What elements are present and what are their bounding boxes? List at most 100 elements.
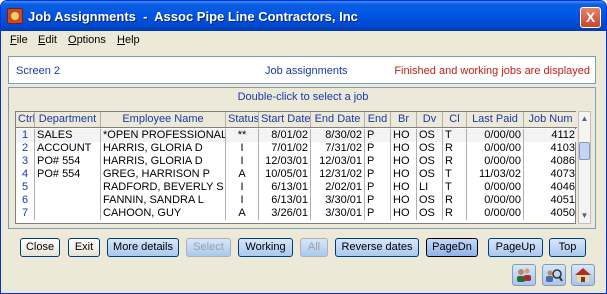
table-row[interactable]: 2 ACCOUNT HARRIS, GLORIA D I 7/01/02 7/3… xyxy=(16,142,577,155)
cell-dv: OS xyxy=(417,194,443,207)
top-button[interactable]: Top xyxy=(549,238,586,257)
cell-job-num: 4073 xyxy=(550,168,575,180)
reverse-dates-button[interactable]: Reverse dates xyxy=(335,238,419,257)
column-header-last-paid[interactable]: Last Paid xyxy=(467,112,524,127)
cell-end: P xyxy=(365,181,391,194)
cell-end-date: 3/30/01 xyxy=(311,207,365,220)
cell-end-date: 12/03/01 xyxy=(311,155,365,168)
cell-cl: T xyxy=(443,129,467,142)
cell-ctrl: 4 xyxy=(16,168,35,181)
cell-department: SALES xyxy=(35,129,101,142)
cell-br: HO xyxy=(391,181,417,194)
column-header-department[interactable]: Department xyxy=(35,112,101,127)
cell-status: ** xyxy=(226,129,259,142)
select-button[interactable]: Select xyxy=(186,238,231,257)
title-bar[interactable]: Job Assignments - Assoc Pipe Line Contra… xyxy=(1,1,606,31)
column-header-employee-name[interactable]: Employee Name xyxy=(101,112,226,127)
cell-ctrl: 5 xyxy=(16,181,35,194)
menu-help[interactable]: Help xyxy=(117,34,140,46)
cell-dv: OS xyxy=(417,207,443,220)
house-tool-button[interactable] xyxy=(571,264,595,286)
vertical-scrollbar[interactable]: ▲ ▼ xyxy=(578,111,591,224)
cell-br: HO xyxy=(391,155,417,168)
grid-panel: Double-click to select a job Ctrl Depart… xyxy=(8,87,596,229)
cell-last-paid: 0/00/00 xyxy=(467,155,524,168)
cell-dv: OS xyxy=(417,155,443,168)
cell-job-num: 4046 xyxy=(550,181,575,193)
window-title: Job Assignments - Assoc Pipe Line Contra… xyxy=(28,9,358,24)
column-header-end[interactable]: End xyxy=(365,112,391,127)
header-panel: Screen 2 Job assignments Finished and wo… xyxy=(8,56,596,84)
cell-employee-name: HARRIS, GLORIA D xyxy=(101,155,226,168)
cell-last-paid: 0/00/00 xyxy=(467,194,524,207)
column-header-ctrl[interactable]: Ctrl xyxy=(16,112,35,127)
cell-last-paid: 0/00/00 xyxy=(467,181,524,194)
cell-ctrl: 1 xyxy=(16,129,35,142)
menu-options[interactable]: Options xyxy=(68,34,106,46)
column-header-job-num[interactable]: Job Num xyxy=(524,112,577,127)
people-tool-button[interactable] xyxy=(512,264,536,286)
all-button[interactable]: All xyxy=(300,238,328,257)
table-row[interactable]: 1 SALES *OPEN PROFESSIONAL ** 8/01/02 8/… xyxy=(16,129,577,142)
table-row[interactable]: 6 FANNIN, SANDRA L I 6/13/01 3/30/01 P H… xyxy=(16,194,577,207)
scroll-down-icon[interactable]: ▼ xyxy=(579,210,590,222)
cell-job-num: 4103 xyxy=(550,142,575,154)
grid-caption: Double-click to select a job xyxy=(237,91,369,103)
cell-end-date: 2/02/01 xyxy=(311,181,365,194)
cell-last-paid: 0/00/00 xyxy=(467,129,524,142)
table-row[interactable]: 3 PO# 554 HARRIS, GLORIA D I 12/03/01 12… xyxy=(16,155,577,168)
cell-department: PO# 554 xyxy=(35,168,101,181)
cell-end: P xyxy=(365,142,391,155)
window-close-button[interactable]: X xyxy=(580,7,601,28)
cell-start-date: 8/01/02 xyxy=(259,129,311,142)
cell-cl: R xyxy=(443,207,467,220)
cell-last-paid: 0/00/00 xyxy=(467,142,524,155)
column-header-dv[interactable]: Dv xyxy=(417,112,443,127)
scroll-thumb[interactable] xyxy=(579,142,590,160)
scroll-up-icon[interactable]: ▲ xyxy=(579,113,590,125)
search-people-tool-button[interactable] xyxy=(542,264,566,286)
cell-dv: LI xyxy=(417,181,443,194)
cell-department: ACCOUNT xyxy=(35,142,101,155)
cell-ctrl: 3 xyxy=(16,155,35,168)
cell-last-paid: 11/03/02 xyxy=(467,168,524,181)
working-button[interactable]: Working xyxy=(238,238,293,257)
cell-department xyxy=(35,207,101,220)
table-row[interactable]: 7 CAHOON, GUY A 3/26/01 3/30/01 P HO OS … xyxy=(16,207,577,220)
cell-start-date: 3/26/01 xyxy=(259,207,311,220)
jobs-table: Ctrl Department Employee Name Status Sta… xyxy=(15,111,577,224)
search-people-icon xyxy=(546,269,563,282)
column-header-cl[interactable]: Cl xyxy=(443,112,467,127)
close-button[interactable]: Close xyxy=(20,238,60,257)
cell-dv: OS xyxy=(417,168,443,181)
page-title: Job assignments xyxy=(265,65,348,77)
cell-employee-name: CAHOON, GUY xyxy=(101,207,226,220)
menu-file[interactable]: File xyxy=(10,34,28,46)
cell-job-num: 4051 xyxy=(550,194,575,206)
cell-end-date: 3/30/01 xyxy=(311,194,365,207)
house-icon xyxy=(575,268,591,282)
exit-button[interactable]: Exit xyxy=(68,238,100,257)
column-header-br[interactable]: Br xyxy=(391,112,417,127)
cell-start-date: 6/13/01 xyxy=(259,181,311,194)
cell-job-num: 4112 xyxy=(524,129,577,142)
cell-end: P xyxy=(365,168,391,181)
table-row[interactable]: 5 RADFORD, BEVERLY S I 6/13/01 2/02/01 P… xyxy=(16,181,577,194)
cell-br: HO xyxy=(391,168,417,181)
menu-bar: File Edit Options Help xyxy=(1,31,606,50)
more-details-button[interactable]: More details xyxy=(107,238,179,257)
cell-end: P xyxy=(365,155,391,168)
cell-employee-name: FANNIN, SANDRA L xyxy=(101,194,226,207)
column-header-end-date[interactable]: End Date xyxy=(311,112,365,127)
cell-department xyxy=(35,194,101,207)
cell-start-date: 7/01/02 xyxy=(259,142,311,155)
cell-status: I xyxy=(226,142,259,155)
cell-employee-name: GREG, HARRISON P xyxy=(101,168,226,181)
app-icon xyxy=(7,8,23,24)
column-header-status[interactable]: Status xyxy=(226,112,259,127)
page-down-button[interactable]: PageDn xyxy=(426,238,478,257)
menu-edit[interactable]: Edit xyxy=(38,34,57,46)
page-up-button[interactable]: PageUp xyxy=(488,238,543,257)
table-row[interactable]: 4 PO# 554 GREG, HARRISON P A 10/05/01 12… xyxy=(16,168,577,181)
column-header-start-date[interactable]: Start Date xyxy=(259,112,311,127)
